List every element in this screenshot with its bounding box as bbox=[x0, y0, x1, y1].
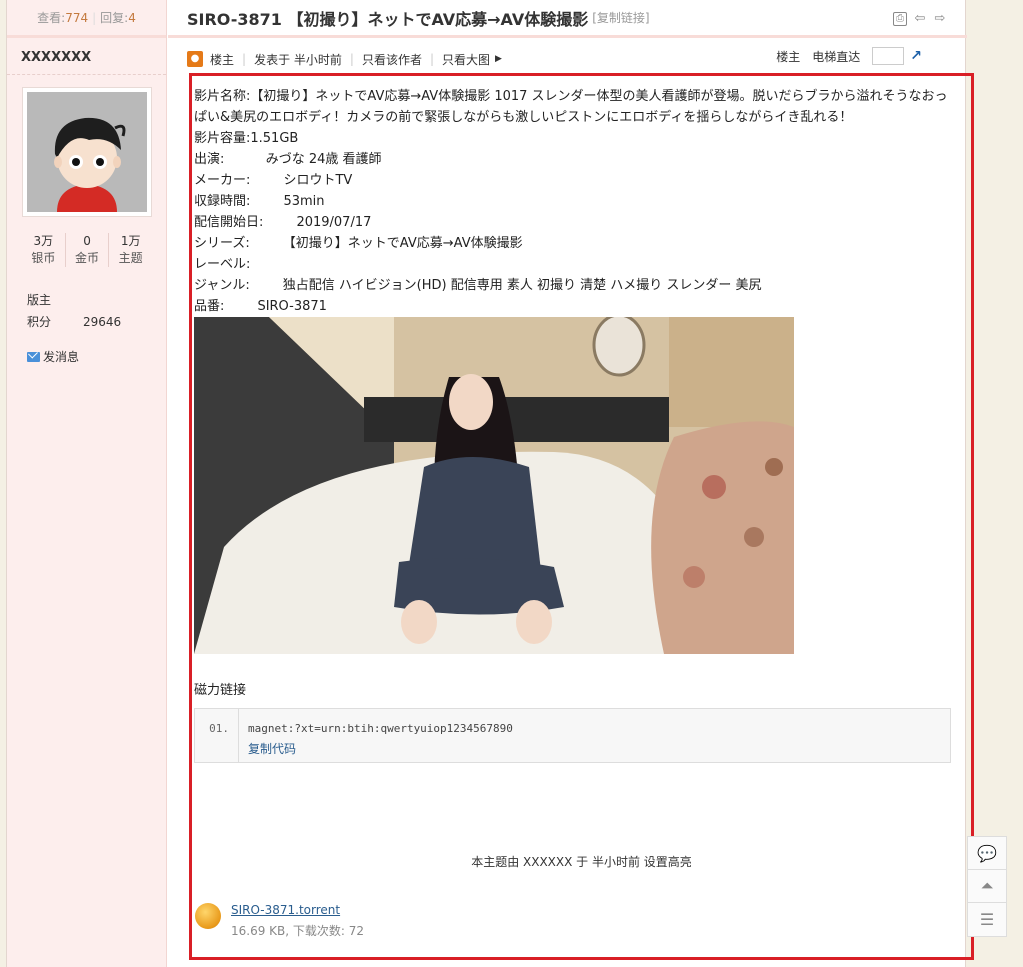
posted-time: 发表于 半小时前 bbox=[254, 52, 342, 67]
author-username[interactable]: XXXXXXX bbox=[7, 38, 166, 75]
print-icon[interactable]: ⎙ bbox=[893, 12, 907, 26]
send-message-label: 发消息 bbox=[43, 350, 80, 364]
points-value: 29646 bbox=[83, 315, 122, 329]
movie-label: レーベル: bbox=[194, 257, 251, 272]
movie-info: 影片名称:【初撮り】ネットでAV応募→AV体験撮影 1017 スレンダー体型の美… bbox=[194, 86, 954, 317]
stat-value: 3万 bbox=[33, 234, 54, 248]
stat-value: 0 bbox=[83, 234, 91, 248]
thread-title-bar: SIRO-3871 【初撮り】ネットでAV応募→AV体験撮影 [复制链接] bbox=[168, 0, 967, 38]
divider: | bbox=[429, 52, 434, 66]
stat-label: 银币 bbox=[31, 251, 56, 265]
attachment: SIRO-3871.torrent 16.69 KB, 下载次数: 72 bbox=[195, 901, 364, 943]
cover-photo[interactable] bbox=[194, 313, 794, 654]
stat-value: 1万 bbox=[120, 234, 141, 248]
highlight-note: 本主题由 XXXXXX 于 半小时前 设置高亮 bbox=[471, 855, 692, 869]
movie-release: 配信開始日: 2019/07/17 bbox=[194, 215, 372, 230]
only-author-link[interactable]: 只看该作者 bbox=[362, 51, 422, 68]
author-meta: 版主 积分 29646 bbox=[27, 289, 166, 333]
replies-label: 回复: bbox=[100, 11, 129, 25]
jump-icon[interactable]: ↗ bbox=[910, 48, 922, 64]
list-icon[interactable]: ☰ bbox=[968, 903, 1006, 936]
movie-name-row: 影片名称:【初撮り】ネットでAV応募→AV体験撮影 1017 スレンダー体型の美… bbox=[194, 86, 954, 128]
elevator-label: 电梯直达 bbox=[812, 49, 861, 64]
code-body: magnet:?xt=urn:btih:qwertyuiop1234567890… bbox=[239, 709, 513, 762]
movie-name-label: 影片名称: bbox=[194, 89, 251, 104]
magnet-code-block: 01. magnet:?xt=urn:btih:qwertyuiop123456… bbox=[194, 708, 951, 763]
post-bar-right: 楼主 电梯直达 ↗ bbox=[776, 47, 922, 65]
floating-toolbar: 💬 ⏶ ☰ bbox=[967, 836, 1007, 937]
thread-owner-icon: ● bbox=[187, 51, 203, 67]
mail-icon bbox=[27, 351, 40, 362]
views-count: 774 bbox=[65, 11, 89, 25]
next-thread-icon[interactable]: ⇨ bbox=[933, 12, 947, 26]
thread-title: SIRO-3871 【初撮り】ネットでAV応募→AV体験撮影 bbox=[187, 9, 589, 29]
triangle-right-icon: ▶ bbox=[495, 54, 502, 64]
views-label: 查看: bbox=[37, 11, 66, 25]
movie-duration: 収録時間: 53min bbox=[194, 194, 325, 209]
title-actions: ⎙ ⇦ ⇨ bbox=[893, 12, 947, 26]
page-frame: 查看:774 | 回复:4 XXXXXXX 3万 银币 0 金币 1万 主题 版主 bbox=[6, 0, 974, 967]
points-row: 积分 29646 bbox=[27, 311, 166, 333]
attachment-link[interactable]: SIRO-3871.torrent bbox=[231, 901, 364, 919]
magnet-section-title: 磁力链接 bbox=[194, 683, 247, 698]
code-line-number: 01. bbox=[195, 709, 239, 762]
copy-code-button[interactable]: 复制代码 bbox=[248, 740, 513, 757]
movie-cast: 出演: みづな 24歳 看護師 bbox=[194, 152, 382, 167]
movie-series: シリーズ: 【初撮り】ネットでAV応募→AV体験撮影 bbox=[194, 236, 523, 251]
divider: | bbox=[349, 52, 354, 66]
points-label: 积分 bbox=[27, 315, 52, 329]
divider: | bbox=[92, 11, 97, 25]
elevator-input[interactable] bbox=[872, 47, 905, 65]
author-stats: 3万银币 0 金币 1万主题 bbox=[22, 233, 152, 267]
owner-label: 楼主 bbox=[210, 52, 235, 67]
send-message-link[interactable]: 发消息 bbox=[27, 348, 166, 365]
torrent-file-icon bbox=[195, 903, 221, 929]
stat-label: 金币 bbox=[75, 251, 100, 265]
stat-gold[interactable]: 0 金币 bbox=[66, 233, 110, 267]
copy-link-button[interactable]: [复制链接] bbox=[592, 9, 649, 26]
post-content: 影片名称:【初撮り】ネットでAV応募→AV体験撮影 1017 スレンダー体型の美… bbox=[189, 73, 974, 960]
avatar[interactable] bbox=[22, 87, 152, 217]
movie-genre: ジャンル: 独占配信 ハイビジョン(HD) 配信専用 素人 初撮り 清楚 ハメ撮… bbox=[194, 278, 762, 293]
author-sidebar: 查看:774 | 回复:4 XXXXXXX 3万银币 0 金币 1万主题 版主 bbox=[7, 0, 167, 967]
divider: | bbox=[242, 52, 247, 66]
post-main: SIRO-3871 【初撮り】ネットでAV応募→AV体験撮影 [复制链接] ⎙ … bbox=[168, 0, 974, 967]
magnet-link-text[interactable]: magnet:?xt=urn:btih:qwertyuiop1234567890 bbox=[248, 722, 513, 735]
avatar-image bbox=[27, 92, 147, 212]
previous-thread-icon[interactable]: ⇦ bbox=[913, 12, 927, 26]
movie-size: 影片容量:1.51GB bbox=[194, 131, 299, 146]
replies-count: 4 bbox=[128, 11, 136, 25]
stat-label: 主题 bbox=[118, 251, 143, 265]
back-to-top-icon[interactable]: ⏶ bbox=[968, 870, 1006, 903]
author-role: 版主 bbox=[27, 293, 52, 307]
movie-code: 品番: SIRO-3871 bbox=[194, 299, 327, 314]
movie-name-value: 【初撮り】ネットでAV応募→AV体験撮影 1017 スレンダー体型の美人看護師が… bbox=[194, 89, 948, 125]
movie-maker: メーカー: シロウトTV bbox=[194, 173, 353, 188]
floor-label: 楼主 bbox=[776, 49, 801, 64]
attachment-meta: 16.69 KB, 下载次数: 72 bbox=[231, 924, 365, 938]
thread-counters: 查看:774 | 回复:4 bbox=[7, 0, 166, 38]
stat-silver[interactable]: 3万银币 bbox=[22, 233, 66, 267]
only-big-image-link[interactable]: 只看大图 bbox=[442, 51, 490, 68]
stat-threads[interactable]: 1万主题 bbox=[109, 233, 152, 267]
comment-icon[interactable]: 💬 bbox=[968, 837, 1006, 870]
